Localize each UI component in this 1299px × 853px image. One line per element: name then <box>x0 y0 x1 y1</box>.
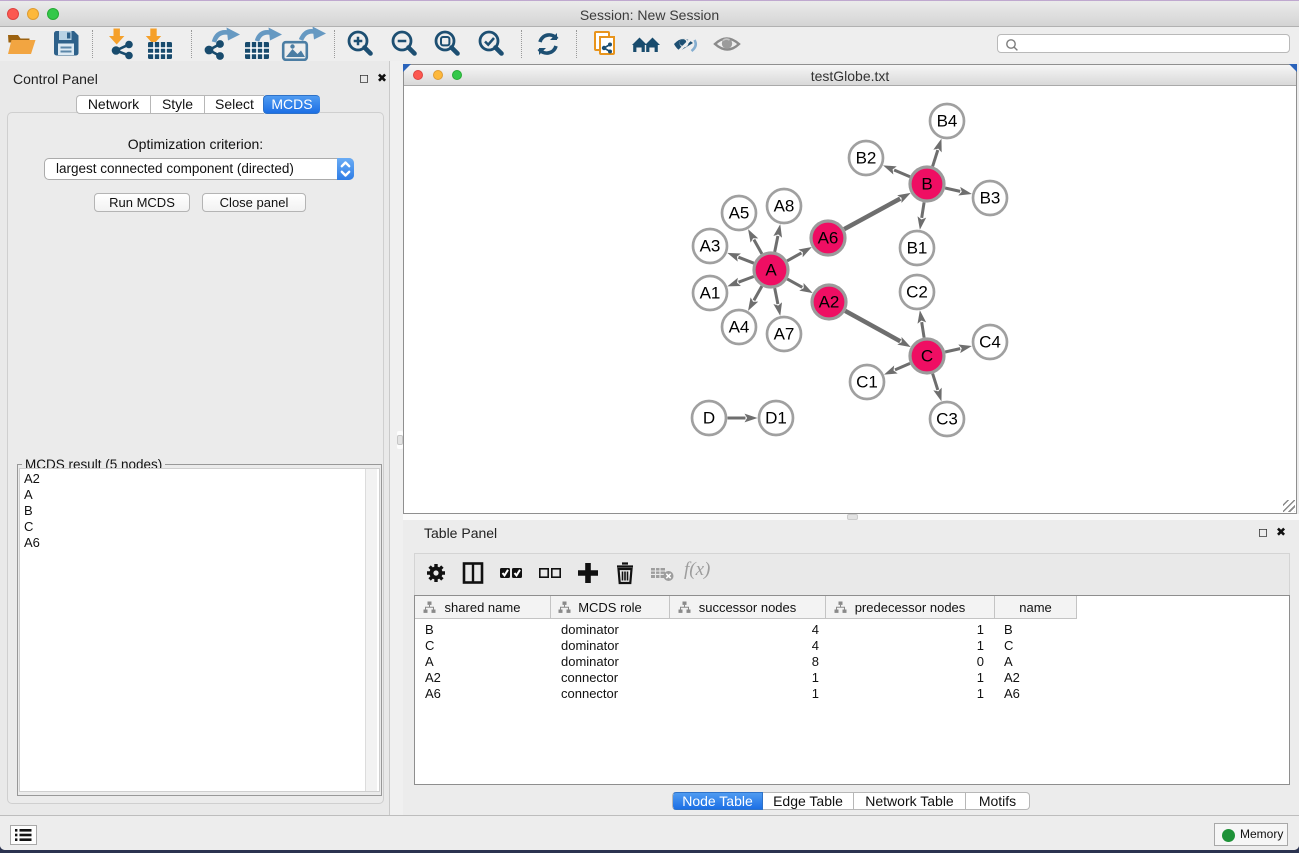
svg-text:A6: A6 <box>818 229 839 248</box>
svg-text:D1: D1 <box>765 409 787 428</box>
svg-text:B: B <box>921 175 932 194</box>
svg-text:A3: A3 <box>700 237 721 256</box>
svg-text:A: A <box>765 261 777 280</box>
svg-text:C4: C4 <box>979 333 1001 352</box>
svg-text:B1: B1 <box>907 239 928 258</box>
svg-text:B2: B2 <box>856 149 877 168</box>
svg-text:A2: A2 <box>819 293 840 312</box>
svg-text:B4: B4 <box>937 112 958 131</box>
svg-text:A1: A1 <box>700 284 721 303</box>
svg-text:A5: A5 <box>729 204 750 223</box>
svg-text:A7: A7 <box>774 325 795 344</box>
svg-text:C2: C2 <box>906 283 928 302</box>
svg-text:D: D <box>703 409 715 428</box>
svg-text:A4: A4 <box>729 318 750 337</box>
svg-text:C3: C3 <box>936 410 958 429</box>
svg-text:B3: B3 <box>980 189 1001 208</box>
svg-text:A8: A8 <box>774 197 795 216</box>
svg-text:C1: C1 <box>856 373 878 392</box>
svg-text:C: C <box>921 347 933 366</box>
